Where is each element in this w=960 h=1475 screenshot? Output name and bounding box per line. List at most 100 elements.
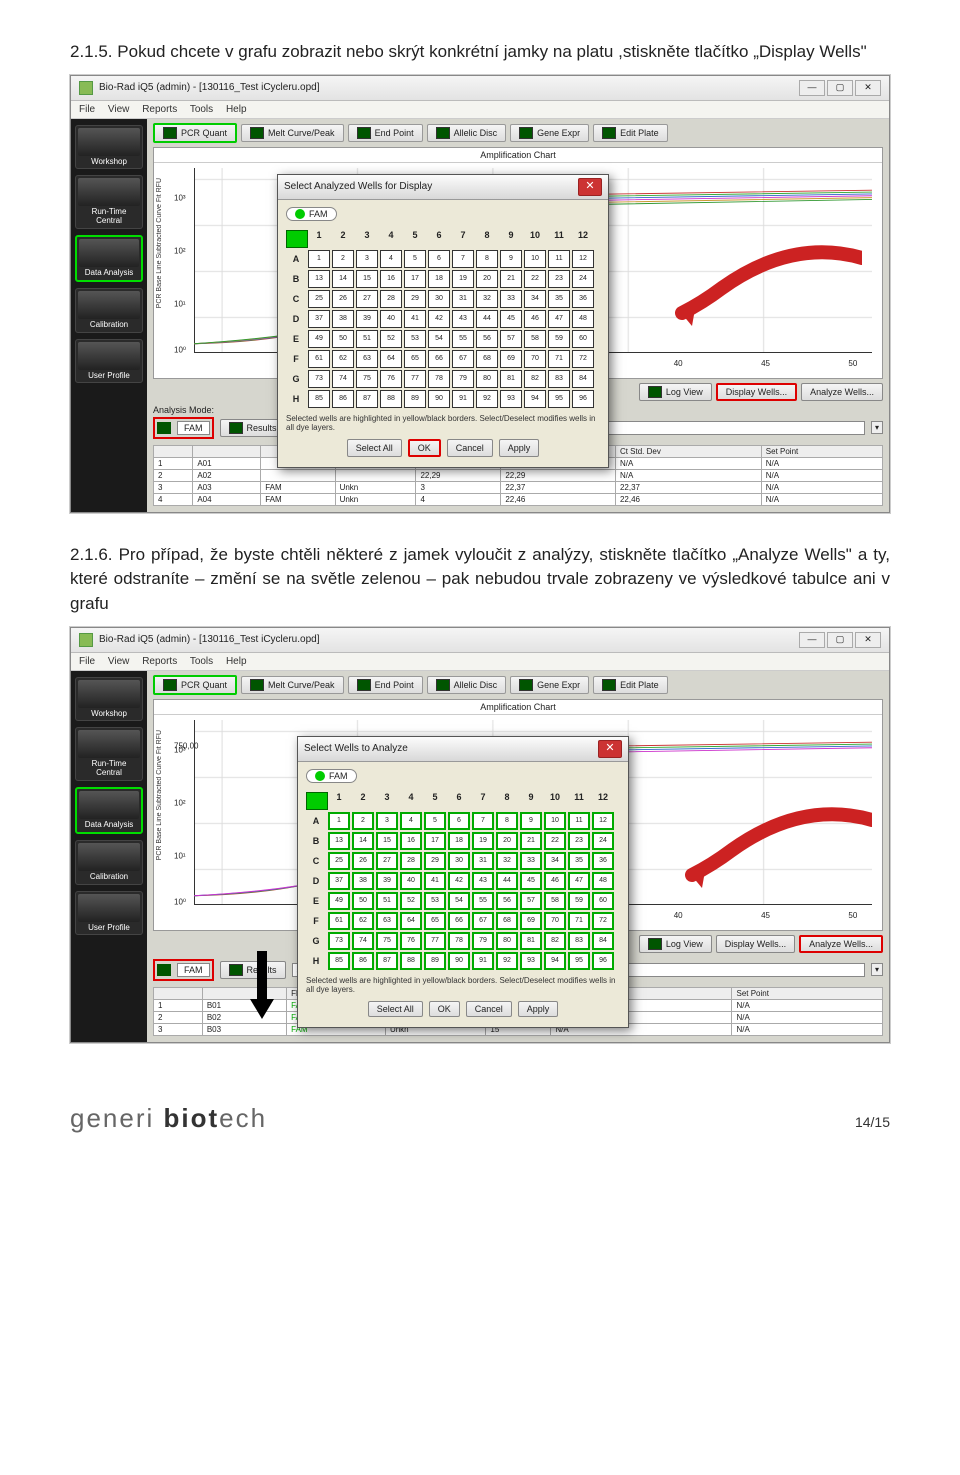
well-cell[interactable]: 32 [476, 290, 498, 308]
well-cell[interactable]: 15 [376, 832, 398, 850]
close-button[interactable]: ✕ [855, 80, 881, 96]
well-cell[interactable]: 85 [328, 952, 350, 970]
sidebar-item-data-analysis[interactable]: Data Analysis [75, 787, 143, 834]
well-cell[interactable]: 79 [452, 370, 474, 388]
well-cell[interactable]: 12 [592, 812, 614, 830]
sidebar-item-data-analysis[interactable]: Data Analysis [75, 235, 143, 282]
well-cell[interactable]: 34 [544, 852, 566, 870]
well-cell[interactable]: 2 [352, 812, 374, 830]
fam-indicator[interactable]: FAM [153, 417, 214, 439]
well-cell[interactable]: 66 [448, 912, 470, 930]
well-cell[interactable]: 93 [500, 390, 522, 408]
well-cell[interactable]: 75 [356, 370, 378, 388]
menu-reports[interactable]: Reports [142, 656, 177, 667]
well-cell[interactable]: 40 [380, 310, 402, 328]
well-cell[interactable]: 55 [452, 330, 474, 348]
well-cell[interactable]: 57 [520, 892, 542, 910]
well-cell[interactable]: 96 [592, 952, 614, 970]
well-cell[interactable]: 18 [448, 832, 470, 850]
well-cell[interactable]: 71 [548, 350, 570, 368]
maximize-button[interactable]: ▢ [827, 80, 853, 96]
sidebar-item-runtime[interactable]: Run-Time Central [75, 175, 143, 229]
analyze-wells-button[interactable]: Analyze Wells... [799, 935, 883, 953]
well-cell[interactable]: 33 [520, 852, 542, 870]
fam-indicator[interactable]: FAM [153, 959, 214, 981]
menu-reports[interactable]: Reports [142, 104, 177, 115]
well-cell[interactable]: 56 [476, 330, 498, 348]
tab-pcr-quant[interactable]: PCR Quant [153, 123, 237, 143]
tab-allelic[interactable]: Allelic Disc [427, 124, 507, 142]
well-cell[interactable]: 91 [472, 952, 494, 970]
well-cell[interactable]: 7 [472, 812, 494, 830]
well-cell[interactable]: 5 [424, 812, 446, 830]
apply-button[interactable]: Apply [518, 1001, 559, 1017]
well-cell[interactable]: 73 [308, 370, 330, 388]
well-cell[interactable]: 10 [544, 812, 566, 830]
well-cell[interactable]: 67 [472, 912, 494, 930]
display-wells-button[interactable]: Display Wells... [716, 935, 795, 953]
well-cell[interactable]: 36 [592, 852, 614, 870]
well-cell[interactable]: 16 [400, 832, 422, 850]
well-cell[interactable]: 46 [544, 872, 566, 890]
well-cell[interactable]: 82 [524, 370, 546, 388]
well-cell[interactable]: 19 [472, 832, 494, 850]
tab-edit-plate[interactable]: Edit Plate [593, 676, 668, 694]
fam-pill[interactable]: FAM [286, 207, 337, 221]
menu-help[interactable]: Help [226, 656, 247, 667]
well-cell[interactable]: 38 [332, 310, 354, 328]
fam-pill[interactable]: FAM [306, 769, 357, 783]
tab-gene-expr[interactable]: Gene Expr [510, 676, 589, 694]
well-cell[interactable]: 56 [496, 892, 518, 910]
well-cell[interactable]: 63 [376, 912, 398, 930]
well-cell[interactable]: 76 [380, 370, 402, 388]
well-cell[interactable]: 88 [400, 952, 422, 970]
well-cell[interactable]: 31 [452, 290, 474, 308]
menu-view[interactable]: View [108, 104, 130, 115]
cancel-button[interactable]: Cancel [466, 1001, 512, 1017]
well-cell[interactable]: 80 [476, 370, 498, 388]
well-cell[interactable]: 77 [404, 370, 426, 388]
dialog-close-icon[interactable]: ✕ [578, 178, 602, 196]
menu-file[interactable]: File [79, 656, 95, 667]
well-cell[interactable]: 47 [548, 310, 570, 328]
well-cell[interactable]: 68 [476, 350, 498, 368]
well-cell[interactable]: 45 [500, 310, 522, 328]
well-cell[interactable]: 45 [520, 872, 542, 890]
well-cell[interactable]: 22 [544, 832, 566, 850]
well-cell[interactable]: 29 [424, 852, 446, 870]
well-cell[interactable]: 95 [548, 390, 570, 408]
well-cell[interactable]: 84 [592, 932, 614, 950]
well-cell[interactable]: 75 [376, 932, 398, 950]
well-cell[interactable]: 74 [352, 932, 374, 950]
well-cell[interactable]: 25 [308, 290, 330, 308]
well-cell[interactable]: 35 [548, 290, 570, 308]
ok-button[interactable]: OK [408, 439, 441, 457]
well-cell[interactable]: 19 [452, 270, 474, 288]
well-cell[interactable]: 89 [404, 390, 426, 408]
well-cell[interactable]: 44 [496, 872, 518, 890]
well-cell[interactable]: 42 [428, 310, 450, 328]
select-all-button[interactable]: Select All [368, 1001, 423, 1017]
well-cell[interactable]: 61 [328, 912, 350, 930]
menu-file[interactable]: File [79, 104, 95, 115]
well-cell[interactable]: 21 [520, 832, 542, 850]
well-cell[interactable]: 91 [452, 390, 474, 408]
well-cell[interactable]: 48 [592, 872, 614, 890]
well-cell[interactable]: 32 [496, 852, 518, 870]
menu-tools[interactable]: Tools [190, 104, 213, 115]
well-cell[interactable]: 4 [380, 250, 402, 268]
well-cell[interactable]: 21 [500, 270, 522, 288]
well-cell[interactable]: 87 [356, 390, 378, 408]
well-cell[interactable]: 54 [428, 330, 450, 348]
well-cell[interactable]: 15 [356, 270, 378, 288]
minimize-button[interactable]: — [799, 80, 825, 96]
well-cell[interactable]: 62 [352, 912, 374, 930]
well-cell[interactable]: 64 [400, 912, 422, 930]
well-cell[interactable]: 74 [332, 370, 354, 388]
well-cell[interactable]: 61 [308, 350, 330, 368]
well-cell[interactable]: 39 [376, 872, 398, 890]
well-cell[interactable]: 78 [448, 932, 470, 950]
sidebar-item-user-profile[interactable]: User Profile [75, 891, 143, 936]
well-cell[interactable]: 39 [356, 310, 378, 328]
well-cell[interactable]: 72 [572, 350, 594, 368]
